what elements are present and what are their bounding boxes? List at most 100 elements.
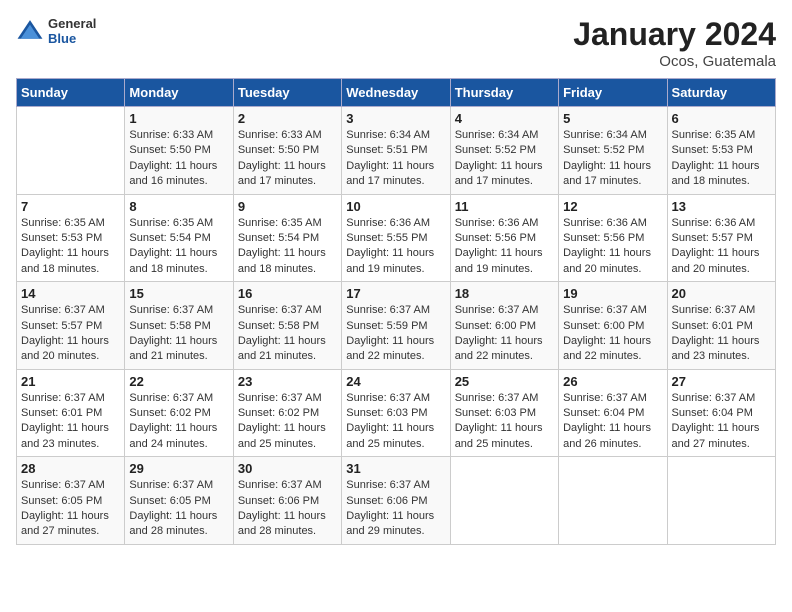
- logo-icon: [16, 17, 44, 45]
- day-number: 2: [238, 111, 337, 126]
- day-info: Sunrise: 6:37 AMSunset: 6:04 PMDaylight:…: [563, 391, 662, 453]
- calendar-cell: 25 Sunrise: 6:37 AMSunset: 6:03 PMDayligh…: [450, 369, 558, 457]
- day-info: Sunrise: 6:37 AMSunset: 5:59 PMDaylight:…: [346, 303, 445, 365]
- day-number: 25: [455, 374, 554, 389]
- day-info: Sunrise: 6:37 AMSunset: 6:01 PMDaylight:…: [672, 303, 771, 365]
- calendar-cell: 18Sunrise: 6:37 AMSunset: 6:00 PMDayligh…: [450, 282, 558, 370]
- day-info: Sunrise: 6:37 AMSunset: 6:04 PMDaylight:…: [672, 391, 771, 453]
- calendar-day-header: Saturday: [667, 79, 775, 107]
- day-info: Sunrise: 6:37 AMSunset: 6:03 PMDaylight:…: [346, 391, 445, 453]
- day-number: 11: [455, 199, 554, 214]
- day-info: Sunrise: 6:35 AMSunset: 5:54 PMDaylight:…: [129, 216, 228, 278]
- day-number: 16: [238, 286, 337, 301]
- calendar-cell: 27 Sunrise: 6:37 AMSunset: 6:04 PMDayligh…: [667, 369, 775, 457]
- day-info: Sunrise: 6:37 AMSunset: 6:02 PMDaylight:…: [238, 391, 337, 453]
- day-number: 6: [672, 111, 771, 126]
- calendar-cell: 9 Sunrise: 6:35 AMSunset: 5:54 PMDaylight…: [233, 194, 341, 282]
- calendar-cell: 16 Sunrise: 6:37 AMSunset: 5:58 PMDayligh…: [233, 282, 341, 370]
- calendar-day-header: Wednesday: [342, 79, 450, 107]
- day-info: Sunrise: 6:37 AMSunset: 6:06 PMDaylight:…: [346, 478, 445, 540]
- day-info: Sunrise: 6:34 AMSunset: 5:51 PMDaylight:…: [346, 128, 445, 190]
- day-info: Sunrise: 6:37 AMSunset: 6:05 PMDaylight:…: [21, 478, 120, 540]
- calendar-day-header: Friday: [559, 79, 667, 107]
- calendar-week-row: 14Sunrise: 6:37 AMSunset: 5:57 PMDayligh…: [17, 282, 776, 370]
- calendar-cell: 2Sunrise: 6:33 AMSunset: 5:50 PMDaylight…: [233, 107, 341, 195]
- calendar-cell: 6 Sunrise: 6:35 AMSunset: 5:53 PMDaylight…: [667, 107, 775, 195]
- calendar-cell: 15 Sunrise: 6:37 AMSunset: 5:58 PMDayligh…: [125, 282, 233, 370]
- calendar-header-row: SundayMondayTuesdayWednesdayThursdayFrid…: [17, 79, 776, 107]
- calendar-cell: 23Sunrise: 6:37 AMSunset: 6:02 PMDayligh…: [233, 369, 341, 457]
- calendar-table: SundayMondayTuesdayWednesdayThursdayFrid…: [16, 78, 776, 545]
- calendar-week-row: 1 Sunrise: 6:33 AMSunset: 5:50 PMDaylight…: [17, 107, 776, 195]
- day-info: Sunrise: 6:37 AMSunset: 6:00 PMDaylight:…: [455, 303, 554, 365]
- day-info: Sunrise: 6:34 AMSunset: 5:52 PMDaylight:…: [455, 128, 554, 190]
- day-number: 15: [129, 286, 228, 301]
- calendar-cell: 20 Sunrise: 6:37 AMSunset: 6:01 PMDayligh…: [667, 282, 775, 370]
- calendar-cell: 19Sunrise: 6:37 AMSunset: 6:00 PMDayligh…: [559, 282, 667, 370]
- day-number: 28: [21, 461, 120, 476]
- day-number: 30: [238, 461, 337, 476]
- day-number: 24: [346, 374, 445, 389]
- day-number: 7: [21, 199, 120, 214]
- day-info: Sunrise: 6:34 AMSunset: 5:52 PMDaylight:…: [563, 128, 662, 190]
- calendar-cell: 14Sunrise: 6:37 AMSunset: 5:57 PMDayligh…: [17, 282, 125, 370]
- day-number: 29: [129, 461, 228, 476]
- month-title: January 2024: [573, 16, 776, 53]
- logo-text: General Blue: [48, 16, 96, 46]
- day-info: Sunrise: 6:37 AMSunset: 6:05 PMDaylight:…: [129, 478, 228, 540]
- day-info: Sunrise: 6:37 AMSunset: 6:02 PMDaylight:…: [129, 391, 228, 453]
- day-info: Sunrise: 6:35 AMSunset: 5:54 PMDaylight:…: [238, 216, 337, 278]
- calendar-cell: [17, 107, 125, 195]
- day-number: 31: [346, 461, 445, 476]
- day-info: Sunrise: 6:35 AMSunset: 5:53 PMDaylight:…: [672, 128, 771, 190]
- location: Ocos, Guatemala: [573, 53, 776, 70]
- logo: General Blue: [16, 16, 96, 46]
- day-info: Sunrise: 6:37 AMSunset: 6:01 PMDaylight:…: [21, 391, 120, 453]
- day-info: Sunrise: 6:35 AMSunset: 5:53 PMDaylight:…: [21, 216, 120, 278]
- calendar-cell: 26 Sunrise: 6:37 AMSunset: 6:04 PMDayligh…: [559, 369, 667, 457]
- day-number: 22: [129, 374, 228, 389]
- day-number: 20: [672, 286, 771, 301]
- day-number: 5: [563, 111, 662, 126]
- day-number: 10: [346, 199, 445, 214]
- day-number: 26: [563, 374, 662, 389]
- logo-general-text: General: [48, 16, 96, 31]
- calendar-cell: 30Sunrise: 6:37 AMSunset: 6:06 PMDayligh…: [233, 457, 341, 545]
- calendar-cell: 8 Sunrise: 6:35 AMSunset: 5:54 PMDaylight…: [125, 194, 233, 282]
- calendar-cell: 5 Sunrise: 6:34 AMSunset: 5:52 PMDaylight…: [559, 107, 667, 195]
- calendar-cell: 1 Sunrise: 6:33 AMSunset: 5:50 PMDaylight…: [125, 107, 233, 195]
- day-number: 13: [672, 199, 771, 214]
- calendar-cell: [559, 457, 667, 545]
- day-number: 1: [129, 111, 228, 126]
- calendar-cell: 4 Sunrise: 6:34 AMSunset: 5:52 PMDaylight…: [450, 107, 558, 195]
- calendar-cell: 10Sunrise: 6:36 AMSunset: 5:55 PMDayligh…: [342, 194, 450, 282]
- calendar-day-header: Tuesday: [233, 79, 341, 107]
- day-number: 27: [672, 374, 771, 389]
- calendar-cell: 11Sunrise: 6:36 AMSunset: 5:56 PMDayligh…: [450, 194, 558, 282]
- calendar-week-row: 28 Sunrise: 6:37 AMSunset: 6:05 PMDayligh…: [17, 457, 776, 545]
- calendar-cell: [667, 457, 775, 545]
- day-number: 21: [21, 374, 120, 389]
- calendar-week-row: 7 Sunrise: 6:35 AMSunset: 5:53 PMDaylight…: [17, 194, 776, 282]
- day-info: Sunrise: 6:37 AMSunset: 6:03 PMDaylight:…: [455, 391, 554, 453]
- calendar-day-header: Sunday: [17, 79, 125, 107]
- calendar-cell: 13 Sunrise: 6:36 AMSunset: 5:57 PMDayligh…: [667, 194, 775, 282]
- calendar-cell: 24 Sunrise: 6:37 AMSunset: 6:03 PMDayligh…: [342, 369, 450, 457]
- day-info: Sunrise: 6:37 AMSunset: 6:00 PMDaylight:…: [563, 303, 662, 365]
- calendar-cell: 3 Sunrise: 6:34 AMSunset: 5:51 PMDaylight…: [342, 107, 450, 195]
- day-number: 3: [346, 111, 445, 126]
- day-number: 12: [563, 199, 662, 214]
- day-number: 9: [238, 199, 337, 214]
- day-info: Sunrise: 6:37 AMSunset: 5:58 PMDaylight:…: [238, 303, 337, 365]
- logo-blue-text: Blue: [48, 31, 96, 46]
- day-info: Sunrise: 6:33 AMSunset: 5:50 PMDaylight:…: [129, 128, 228, 190]
- calendar-cell: 21 Sunrise: 6:37 AMSunset: 6:01 PMDayligh…: [17, 369, 125, 457]
- calendar-cell: [450, 457, 558, 545]
- day-info: Sunrise: 6:37 AMSunset: 5:57 PMDaylight:…: [21, 303, 120, 365]
- calendar-cell: 17Sunrise: 6:37 AMSunset: 5:59 PMDayligh…: [342, 282, 450, 370]
- day-number: 4: [455, 111, 554, 126]
- calendar-cell: 12Sunrise: 6:36 AMSunset: 5:56 PMDayligh…: [559, 194, 667, 282]
- day-number: 8: [129, 199, 228, 214]
- day-info: Sunrise: 6:36 AMSunset: 5:57 PMDaylight:…: [672, 216, 771, 278]
- day-info: Sunrise: 6:37 AMSunset: 5:58 PMDaylight:…: [129, 303, 228, 365]
